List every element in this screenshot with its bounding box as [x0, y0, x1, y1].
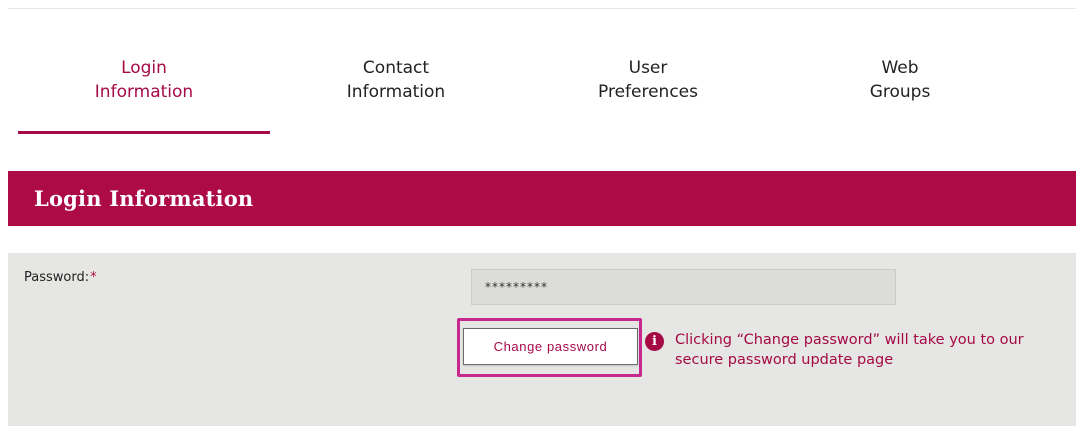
tab-label-line1: Login	[121, 58, 167, 78]
section-header: Login Information	[8, 171, 1076, 226]
tab-contact-information[interactable]: Contact Information	[270, 56, 522, 134]
change-password-button[interactable]: Change password	[463, 328, 638, 365]
tab-user-preferences[interactable]: User Preferences	[522, 56, 774, 134]
section-title: Login Information	[34, 186, 254, 211]
login-information-form: Password:* ********* Change password i C…	[8, 253, 1076, 426]
password-label-text: Password:	[24, 270, 90, 285]
tab-label-line2: Preferences	[598, 82, 698, 102]
password-label: Password:*	[24, 270, 97, 285]
password-field[interactable]: *********	[471, 269, 896, 305]
tab-web-groups[interactable]: Web Groups	[774, 56, 1026, 134]
required-marker: *	[90, 270, 97, 285]
top-divider	[8, 8, 1076, 9]
tab-label-line1: Web	[881, 58, 919, 78]
tab-label-line1: Contact	[362, 58, 430, 78]
password-masked-value: *********	[485, 280, 548, 294]
tab-label-line2: Information	[346, 82, 446, 102]
change-password-info-text: Clicking “Change password” will take you…	[675, 332, 1024, 368]
tab-label-line2: Groups	[869, 82, 931, 102]
tab-label-line2: Information	[94, 82, 194, 102]
profile-tabs: Login Information Contact Information Us…	[18, 56, 1076, 134]
tab-login-information[interactable]: Login Information	[18, 56, 270, 134]
tab-label-line1: User	[628, 58, 668, 78]
info-circle-icon: i	[645, 332, 664, 351]
